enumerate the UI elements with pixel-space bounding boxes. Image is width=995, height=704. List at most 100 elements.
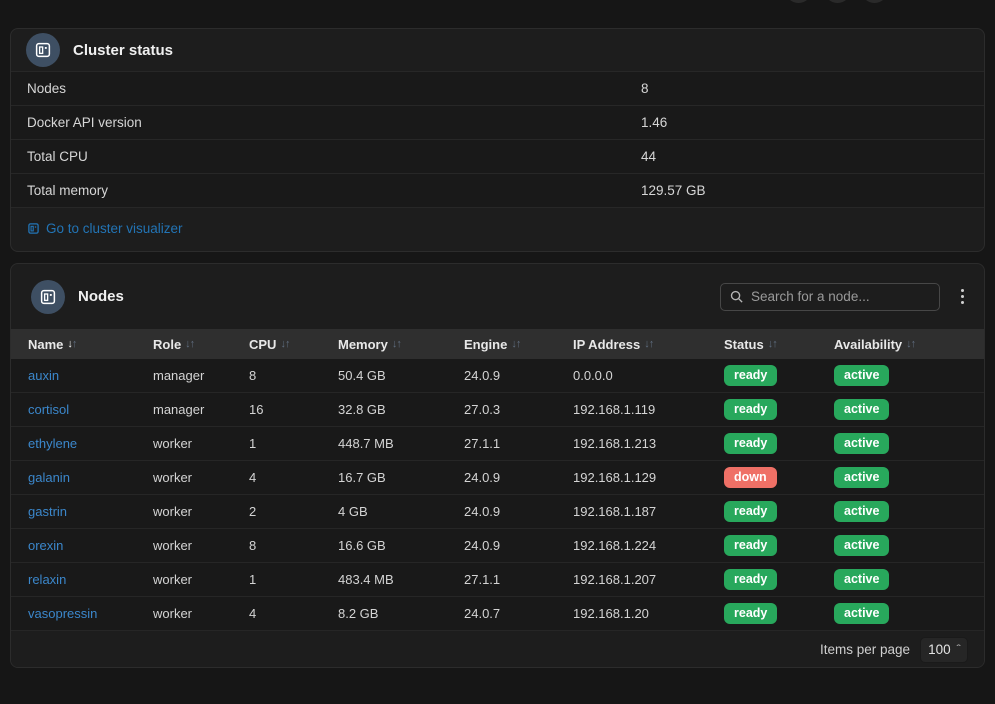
column-header-status[interactable]: Status ↓↑: [724, 337, 834, 352]
sort-arrows-icon: ↓↑: [768, 338, 777, 350]
cell-cpu: 4: [249, 470, 338, 485]
cell-ip-address: 192.168.1.129: [573, 470, 724, 485]
cluster-row-value: 44: [641, 149, 656, 164]
column-header-label: Memory: [338, 337, 388, 352]
cell-engine: 24.0.9: [464, 470, 573, 485]
cell-engine: 24.0.9: [464, 504, 573, 519]
nodes-widget-icon: [31, 280, 65, 314]
cluster-row-value: 8: [641, 81, 649, 96]
column-header-name[interactable]: Name ↓↑: [28, 337, 153, 352]
node-name-link[interactable]: ethylene: [28, 436, 77, 451]
cluster-status-row: Total memory 129.57 GB: [11, 173, 984, 207]
node-name-link[interactable]: auxin: [28, 368, 59, 383]
column-header-engine[interactable]: Engine ↓↑: [464, 337, 573, 352]
cell-cpu: 4: [249, 606, 338, 621]
cell-ip-address: 0.0.0.0: [573, 368, 724, 383]
table-row: ethylene worker 1 448.7 MB 27.1.1 192.16…: [11, 427, 984, 461]
status-badge: ready: [724, 603, 777, 623]
cell-role: worker: [153, 504, 249, 519]
cell-ip-address: 192.168.1.119: [573, 402, 724, 417]
column-header-label: Role: [153, 337, 181, 352]
node-name-link[interactable]: relaxin: [28, 572, 66, 587]
status-badge: ready: [724, 365, 777, 385]
go-to-cluster-visualizer-link[interactable]: Go to cluster visualizer: [27, 221, 183, 236]
cell-engine: 24.0.7: [464, 606, 573, 621]
status-badge: down: [724, 467, 777, 487]
cluster-row-label: Total CPU: [11, 149, 88, 164]
cell-role: worker: [153, 470, 249, 485]
cell-memory: 4 GB: [338, 504, 464, 519]
cell-cpu: 16: [249, 402, 338, 417]
node-name-link[interactable]: cortisol: [28, 402, 69, 417]
top-partial-button-3[interactable]: [861, 0, 888, 3]
status-badge: ready: [724, 501, 777, 521]
table-row: gastrin worker 2 4 GB 24.0.9 192.168.1.1…: [11, 495, 984, 529]
cluster-status-row: Nodes 8: [11, 71, 984, 105]
items-per-page-select[interactable]: 100 ˆ: [920, 637, 968, 663]
column-header-label: Engine: [464, 337, 507, 352]
cell-memory: 16.6 GB: [338, 538, 464, 553]
cluster-status-header: Cluster status: [11, 29, 984, 71]
cell-ip-address: 192.168.1.20: [573, 606, 724, 621]
availability-badge: active: [834, 535, 889, 555]
cluster-row-value: 129.57 GB: [641, 183, 706, 198]
cluster-status-row: Total CPU 44: [11, 139, 984, 173]
column-header-label: IP Address: [573, 337, 640, 352]
cell-cpu: 8: [249, 368, 338, 383]
sort-arrows-icon: ↓↑: [511, 338, 520, 350]
status-badge: ready: [724, 535, 777, 555]
sort-arrows-icon: ↓↑: [280, 338, 289, 350]
cell-cpu: 8: [249, 538, 338, 553]
items-per-page-value: 100: [928, 642, 951, 657]
table-row: auxin manager 8 50.4 GB 24.0.9 0.0.0.0 r…: [11, 359, 984, 393]
cell-role: worker: [153, 606, 249, 621]
sort-arrows-icon: ↓↑: [392, 338, 401, 350]
cell-role: worker: [153, 436, 249, 451]
visualizer-widget-icon: [27, 222, 40, 235]
column-header-role[interactable]: Role ↓↑: [153, 337, 249, 352]
cell-engine: 24.0.9: [464, 368, 573, 383]
table-header-row: Name ↓↑ Role ↓↑ CPU ↓↑ Memory ↓↑ Engine …: [11, 329, 984, 359]
top-partial-button-1[interactable]: [785, 0, 812, 3]
sort-arrows-icon: ↓↑: [67, 338, 76, 350]
cell-memory: 32.8 GB: [338, 402, 464, 417]
availability-badge: active: [834, 569, 889, 589]
node-search: [720, 283, 940, 311]
availability-badge: active: [834, 433, 889, 453]
node-name-link[interactable]: orexin: [28, 538, 63, 553]
column-header-ip-address[interactable]: IP Address ↓↑: [573, 337, 724, 352]
cluster-row-value: 1.46: [641, 115, 667, 130]
kebab-menu-button[interactable]: [952, 283, 972, 311]
cell-role: worker: [153, 572, 249, 587]
table-row: orexin worker 8 16.6 GB 24.0.9 192.168.1…: [11, 529, 984, 563]
availability-badge: active: [834, 365, 889, 385]
nodes-panel: Nodes Name ↓↑ Role ↓↑ CPU ↓↑ Memory ↓↑: [10, 263, 985, 668]
column-header-memory[interactable]: Memory ↓↑: [338, 337, 464, 352]
items-per-page-label: Items per page: [820, 642, 910, 657]
cell-ip-address: 192.168.1.187: [573, 504, 724, 519]
column-header-label: Status: [724, 337, 764, 352]
search-icon: [729, 289, 744, 309]
cell-memory: 483.4 MB: [338, 572, 464, 587]
node-name-link[interactable]: gastrin: [28, 504, 67, 519]
top-partial-button-2[interactable]: [824, 0, 851, 3]
search-input[interactable]: [720, 283, 940, 311]
cell-engine: 27.0.3: [464, 402, 573, 417]
table-row: relaxin worker 1 483.4 MB 27.1.1 192.168…: [11, 563, 984, 597]
cell-memory: 448.7 MB: [338, 436, 464, 451]
visualizer-link-label: Go to cluster visualizer: [46, 221, 183, 236]
table-row: vasopressin worker 4 8.2 GB 24.0.7 192.1…: [11, 597, 984, 631]
cluster-status-rows: Nodes 8 Docker API version 1.46 Total CP…: [11, 71, 984, 207]
cell-engine: 27.1.1: [464, 572, 573, 587]
column-header-availability[interactable]: Availability ↓↑: [834, 337, 984, 352]
cluster-status-title: Cluster status: [73, 42, 173, 59]
column-header-label: Availability: [834, 337, 902, 352]
node-name-link[interactable]: vasopressin: [28, 606, 97, 621]
status-badge: ready: [724, 433, 777, 453]
column-header-cpu[interactable]: CPU ↓↑: [249, 337, 338, 352]
cell-role: worker: [153, 538, 249, 553]
cell-memory: 8.2 GB: [338, 606, 464, 621]
cluster-row-label: Total memory: [11, 183, 108, 198]
cell-ip-address: 192.168.1.207: [573, 572, 724, 587]
node-name-link[interactable]: galanin: [28, 470, 70, 485]
